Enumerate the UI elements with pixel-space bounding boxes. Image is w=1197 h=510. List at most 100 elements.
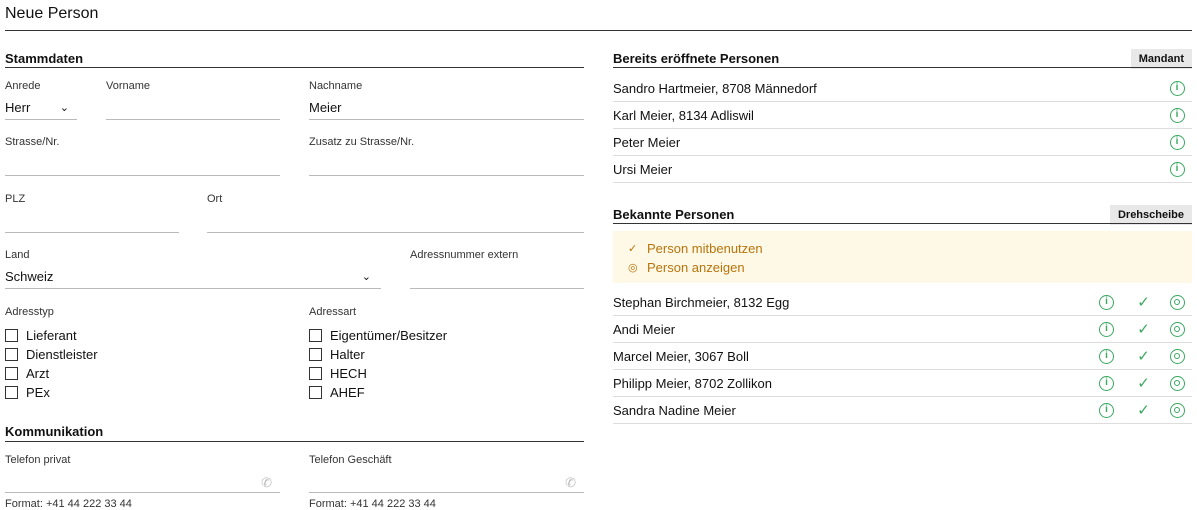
- checkbox-label: AHEF: [330, 385, 365, 400]
- phone-icon: ✆: [565, 475, 576, 490]
- mandant-tag: Mandant: [1130, 49, 1192, 69]
- eye-icon[interactable]: [1162, 343, 1192, 370]
- phone-icon: ✆: [261, 475, 272, 490]
- eye-icon[interactable]: [1162, 316, 1192, 343]
- tel-privat-hint: Format: +41 44 222 33 44: [5, 498, 132, 510]
- person-name: Karl Meier, 8134 Adliswil: [613, 107, 754, 123]
- check-icon[interactable]: ✓: [1125, 316, 1162, 343]
- anrede-select[interactable]: Herr ⌄: [5, 98, 77, 120]
- check-icon[interactable]: ✓: [1125, 397, 1162, 424]
- adressnummer-label: Adressnummer extern: [410, 249, 519, 261]
- adressart-label: Adressart: [309, 306, 357, 318]
- legend-box: ✓ Person mitbenutzen ◎ Person anzeigen: [613, 231, 1192, 283]
- check-icon[interactable]: ✓: [1125, 289, 1162, 316]
- checkbox-lieferant[interactable]: Lieferant: [5, 326, 98, 345]
- info-icon[interactable]: i: [1088, 289, 1125, 316]
- eye-icon[interactable]: [1162, 397, 1192, 424]
- person-name: Philipp Meier, 8702 Zollikon: [613, 375, 772, 391]
- person-name: Ursi Meier: [613, 161, 673, 177]
- info-icon[interactable]: i: [1162, 102, 1192, 129]
- plz-label: PLZ: [5, 193, 26, 205]
- legend-show: Person anzeigen: [647, 260, 745, 275]
- eye-icon: ◎: [628, 262, 638, 274]
- divider: [5, 441, 584, 442]
- checkbox-label: Arzt: [26, 366, 50, 381]
- checkbox-halter[interactable]: Halter: [309, 345, 447, 364]
- check-icon[interactable]: ✓: [1125, 343, 1162, 370]
- land-select[interactable]: Schweiz ⌄: [5, 267, 381, 289]
- person-name: Sandra Nadine Meier: [613, 402, 736, 418]
- person-row: Ursi Meier i: [613, 156, 1192, 183]
- person-name: Sandro Hartmeier, 8708 Männedorf: [613, 80, 817, 96]
- adresstyp-label: Adresstyp: [5, 306, 54, 318]
- checkbox-pex[interactable]: PEx: [5, 383, 98, 402]
- person-row: Philipp Meier, 8702 Zollikon i ✓: [613, 370, 1192, 397]
- tel-geschaeft-hint: Format: +41 44 222 33 44: [309, 498, 436, 510]
- vorname-input[interactable]: [106, 98, 280, 120]
- checkbox-arzt[interactable]: Arzt: [5, 364, 98, 383]
- divider: [5, 67, 584, 68]
- section-kommunikation: Kommunikation: [5, 424, 104, 439]
- info-icon[interactable]: i: [1088, 397, 1125, 424]
- checkbox-dienstleister[interactable]: Dienstleister: [5, 345, 98, 364]
- tel-privat-label: Telefon privat: [5, 454, 71, 466]
- ort-input[interactable]: [207, 211, 584, 233]
- adresstyp-group: Lieferant Dienstleister Arzt PEx: [5, 326, 98, 402]
- strasse-label: Strasse/Nr.: [5, 136, 60, 148]
- tel-privat-input[interactable]: ✆: [5, 471, 280, 493]
- section-bekannte: Bekannte Personen: [613, 207, 735, 222]
- info-icon[interactable]: i: [1088, 343, 1125, 370]
- adressart-group: Eigentümer/Besitzer Halter HECH AHEF: [309, 326, 447, 402]
- anrede-value: Herr: [5, 100, 31, 115]
- chevron-down-icon: ⌄: [361, 271, 371, 283]
- divider: [613, 223, 1192, 224]
- person-name: Stephan Birchmeier, 8132 Egg: [613, 294, 790, 310]
- info-icon[interactable]: i: [1162, 75, 1192, 102]
- drehscheibe-tag: Drehscheibe: [1109, 205, 1192, 225]
- legend-use: Person mitbenutzen: [647, 241, 763, 256]
- info-icon[interactable]: i: [1162, 129, 1192, 156]
- checkbox-ahef[interactable]: AHEF: [309, 383, 447, 402]
- checkbox-label: Dienstleister: [26, 347, 98, 362]
- strasse-input[interactable]: [5, 154, 280, 176]
- checkbox-label: HECH: [330, 366, 367, 381]
- zusatz-input[interactable]: [309, 154, 584, 176]
- plz-input[interactable]: [5, 211, 179, 233]
- divider: [5, 30, 1192, 31]
- person-row: Sandra Nadine Meier i ✓: [613, 397, 1192, 424]
- anrede-label: Anrede: [5, 80, 41, 92]
- ort-label: Ort: [207, 193, 223, 205]
- section-stammdaten: Stammdaten: [5, 51, 84, 66]
- zusatz-label: Zusatz zu Strasse/Nr.: [309, 136, 415, 148]
- section-bereits: Bereits eröffnete Personen: [613, 51, 780, 66]
- person-row: Sandro Hartmeier, 8708 Männedorf i: [613, 75, 1192, 102]
- checkbox-eigentuemer[interactable]: Eigentümer/Besitzer: [309, 326, 447, 345]
- checkbox-hech[interactable]: HECH: [309, 364, 447, 383]
- person-name: Andi Meier: [613, 321, 676, 337]
- eye-icon[interactable]: [1162, 370, 1192, 397]
- checkbox-label: Halter: [330, 347, 365, 362]
- person-row: Stephan Birchmeier, 8132 Egg i ✓: [613, 289, 1192, 316]
- checkbox-label: PEx: [26, 385, 50, 400]
- info-icon[interactable]: i: [1088, 316, 1125, 343]
- page-title: Neue Person: [5, 5, 99, 22]
- vorname-label: Vorname: [106, 80, 151, 92]
- land-value: Schweiz: [5, 269, 54, 284]
- info-icon[interactable]: i: [1088, 370, 1125, 397]
- tel-geschaeft-input[interactable]: ✆: [309, 471, 584, 493]
- land-label: Land: [5, 249, 30, 261]
- person-row: Karl Meier, 8134 Adliswil i: [613, 102, 1192, 129]
- checkbox-label: Eigentümer/Besitzer: [330, 328, 448, 343]
- person-name: Marcel Meier, 3067 Boll: [613, 348, 749, 364]
- nachname-input[interactable]: Meier: [309, 98, 584, 120]
- person-row: Marcel Meier, 3067 Boll i ✓: [613, 343, 1192, 370]
- checkbox-label: Lieferant: [26, 328, 77, 343]
- info-icon[interactable]: i: [1162, 156, 1192, 183]
- nachname-label: Nachname: [309, 80, 363, 92]
- check-icon[interactable]: ✓: [1125, 370, 1162, 397]
- tel-geschaeft-label: Telefon Geschäft: [309, 454, 392, 466]
- divider: [613, 67, 1192, 68]
- adressnummer-input[interactable]: [410, 267, 584, 289]
- eye-icon[interactable]: [1162, 289, 1192, 316]
- person-row: Andi Meier i ✓: [613, 316, 1192, 343]
